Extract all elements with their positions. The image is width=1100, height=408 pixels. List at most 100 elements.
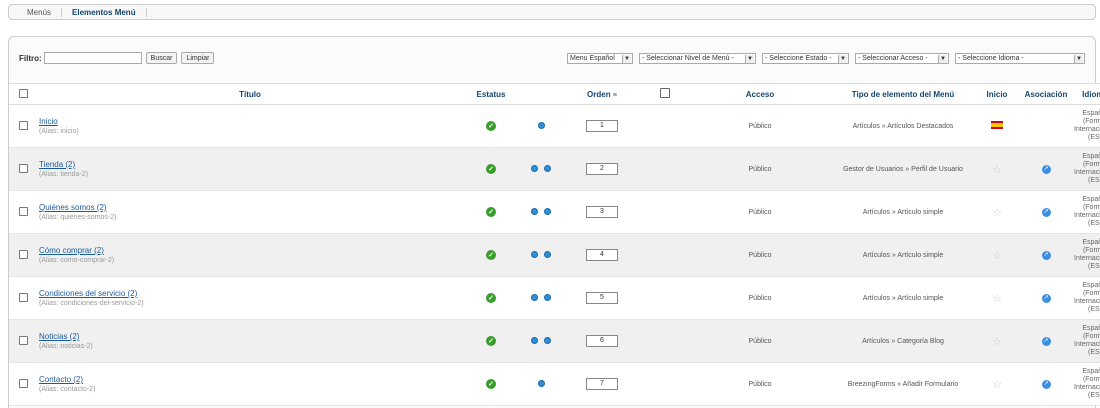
col-type[interactable]: Tipo de elemento del Menú <box>831 83 975 105</box>
item-title-link[interactable]: Cómo comprar (2) <box>39 246 462 255</box>
row-checkbox[interactable] <box>18 292 28 302</box>
published-check-icon[interactable]: ✓ <box>486 293 496 303</box>
save-order-icon[interactable] <box>660 88 670 98</box>
move-up-icon[interactable] <box>531 336 538 344</box>
move-up-icon[interactable] <box>531 207 538 215</box>
star-icon[interactable]: ☆ <box>992 164 1002 176</box>
save-order-cell <box>641 147 689 191</box>
star-icon[interactable]: ☆ <box>992 207 1002 219</box>
tab-menus[interactable]: Menús <box>17 8 61 17</box>
move-down-icon[interactable] <box>544 207 551 215</box>
col-language[interactable]: Idioma <box>1073 83 1100 105</box>
move-down-icon[interactable] <box>544 164 551 172</box>
clear-button[interactable]: Limpiar <box>181 52 215 64</box>
row-select-cell <box>9 104 37 148</box>
move-down-icon[interactable] <box>544 336 551 344</box>
language-cell: Español(FormalInternacional)(ES) <box>1073 233 1100 277</box>
language-line: Español <box>1082 110 1100 117</box>
row-checkbox[interactable] <box>18 163 28 173</box>
item-alias: (Alias: inicio) <box>39 128 79 135</box>
col-home[interactable]: Inicio <box>975 83 1019 105</box>
col-save-order[interactable] <box>641 83 689 105</box>
order-input[interactable]: 2 <box>586 163 618 175</box>
access-cell: Público <box>689 233 831 277</box>
col-status[interactable]: Estatus <box>463 83 519 105</box>
save-order-cell <box>641 319 689 363</box>
col-access[interactable]: Acceso <box>689 83 831 105</box>
association-icon[interactable]: ↗ <box>1041 379 1051 389</box>
language-line: Español <box>1082 282 1100 289</box>
state-select[interactable]: - Seleccione Estado - ▼ <box>762 52 849 64</box>
association-cell: ↗ <box>1019 276 1073 320</box>
order-cell: 6 <box>563 319 641 363</box>
move-down-icon[interactable] <box>537 121 545 129</box>
item-title-link[interactable]: Tienda (2) <box>39 160 462 169</box>
item-title-link[interactable]: Quiénes somos (2) <box>39 203 462 212</box>
language-line: Internacional) <box>1074 255 1100 262</box>
col-order[interactable]: Orden ≡ <box>563 83 641 105</box>
home-cell: ☆ <box>975 233 1019 277</box>
move-up-icon[interactable] <box>531 164 538 172</box>
published-check-icon[interactable]: ✓ <box>486 121 496 131</box>
order-input[interactable]: 1 <box>586 120 618 132</box>
col-title[interactable]: Título <box>37 83 463 105</box>
filter-input[interactable] <box>43 52 142 64</box>
spain-flag-icon[interactable] <box>991 121 1003 129</box>
move-up-icon[interactable] <box>531 250 538 258</box>
star-icon[interactable]: ☆ <box>992 379 1002 391</box>
move-down-icon[interactable] <box>544 250 551 258</box>
item-title-link[interactable]: Noticias (2) <box>39 332 462 341</box>
order-input[interactable]: 3 <box>586 206 618 218</box>
select-all-checkbox[interactable] <box>18 88 28 98</box>
language-line: Español <box>1082 196 1100 203</box>
order-cell: 2 <box>563 147 641 191</box>
save-order-cell <box>641 362 689 406</box>
association-icon[interactable]: ↗ <box>1041 293 1051 303</box>
association-icon[interactable]: ↗ <box>1041 336 1051 346</box>
access-cell: Público <box>689 104 831 148</box>
association-icon[interactable]: ↗ <box>1041 250 1051 260</box>
row-checkbox[interactable] <box>18 120 28 130</box>
item-alias: (Alias: como-comprar-2) <box>39 257 115 264</box>
published-check-icon[interactable]: ✓ <box>486 164 496 174</box>
language-cell: Español(FormalInternacional)(ES) <box>1073 362 1100 406</box>
published-check-icon[interactable]: ✓ <box>486 250 496 260</box>
row-checkbox[interactable] <box>18 206 28 216</box>
item-title-link[interactable]: Inicio <box>39 117 462 126</box>
tab-menu-items[interactable]: Elementos Menú <box>61 7 147 17</box>
move-up-icon[interactable] <box>531 293 538 301</box>
star-icon[interactable]: ☆ <box>992 250 1002 262</box>
type-cell: BreezingForms » Añadir Formulario <box>831 362 975 406</box>
item-title-link[interactable]: Condiciones del servicio (2) <box>39 289 462 298</box>
star-icon[interactable]: ☆ <box>992 293 1002 305</box>
level-select[interactable]: - Seleccionar Nivel de Menú - ▼ <box>639 52 756 64</box>
menu-select[interactable]: Menu Español ▼ <box>567 52 633 64</box>
select-all-cell <box>9 83 37 105</box>
search-button[interactable]: Buscar <box>145 52 178 64</box>
language-line: Internacional) <box>1074 298 1100 305</box>
row-checkbox[interactable] <box>18 249 28 259</box>
col-order-label: Orden <box>587 89 611 99</box>
move-down-icon[interactable] <box>544 293 551 301</box>
published-check-icon[interactable]: ✓ <box>486 207 496 217</box>
language-cell: Español(FormalInternacional)(ES) <box>1073 276 1100 320</box>
published-check-icon[interactable]: ✓ <box>486 379 496 389</box>
order-input[interactable]: 5 <box>586 292 618 304</box>
order-input[interactable]: 4 <box>586 249 618 261</box>
order-input[interactable]: 6 <box>586 335 618 347</box>
order-input[interactable]: 7 <box>586 378 618 390</box>
access-select[interactable]: - Seleccionar Acceso - ▼ <box>855 52 949 64</box>
col-association[interactable]: Asociación <box>1019 83 1073 105</box>
item-title-link[interactable]: Contacto (2) <box>39 375 462 384</box>
language-select[interactable]: - Seleccione Idioma - ▼ <box>955 52 1085 64</box>
star-icon[interactable]: ☆ <box>992 336 1002 348</box>
association-icon[interactable]: ↗ <box>1041 207 1051 217</box>
status-cell: ✓ <box>463 147 519 191</box>
move-up-icon[interactable] <box>537 379 545 387</box>
chevron-down-icon: ▼ <box>938 54 947 63</box>
row-checkbox[interactable] <box>18 378 28 388</box>
row-checkbox[interactable] <box>18 335 28 345</box>
association-icon[interactable]: ↗ <box>1041 164 1051 174</box>
published-check-icon[interactable]: ✓ <box>486 336 496 346</box>
home-cell: ☆ <box>975 190 1019 234</box>
